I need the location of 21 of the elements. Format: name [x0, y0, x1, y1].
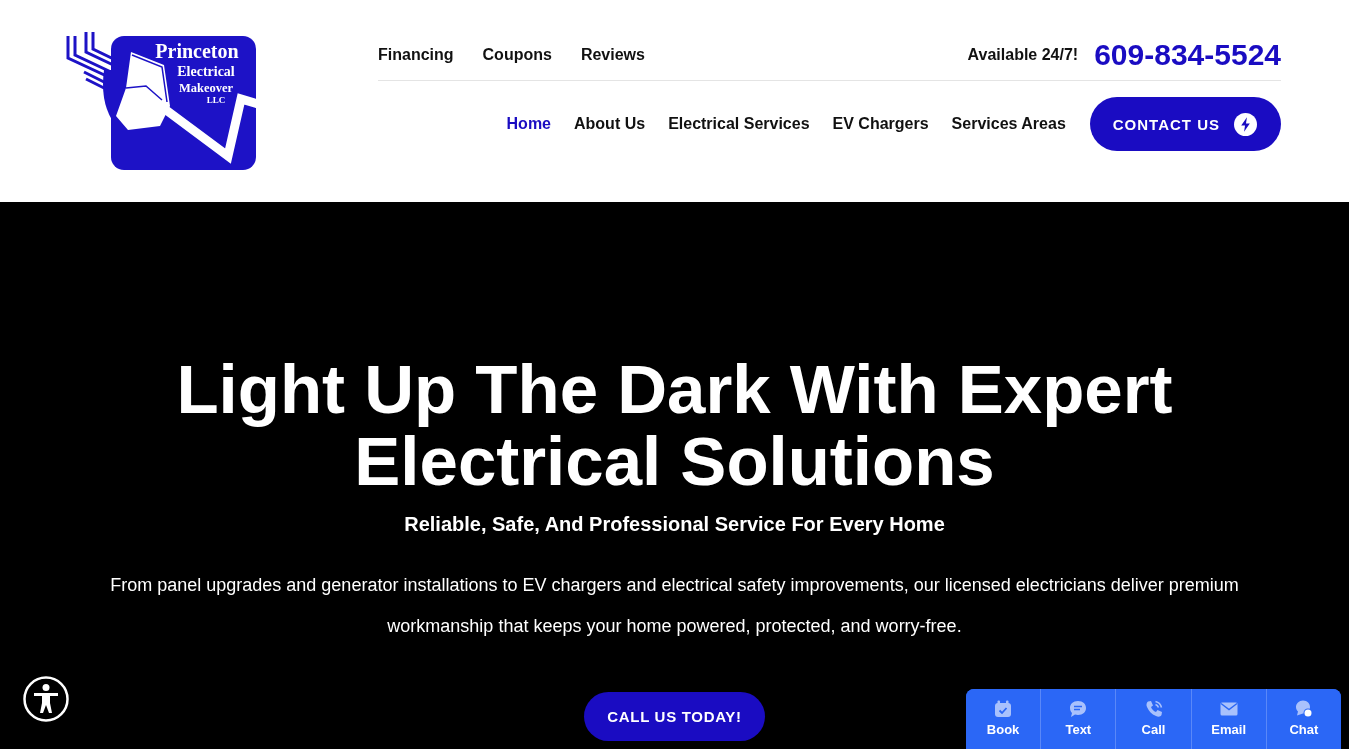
chat-bubble-icon: [1293, 699, 1314, 719]
nav-link[interactable]: Electrical Services: [668, 115, 810, 133]
phone-link[interactable]: 609-834-5524: [1094, 38, 1281, 72]
hero-heading: Light Up The Dark With Expert Electrical Solutions: [175, 354, 1174, 498]
accessibility-icon: [23, 676, 69, 722]
hero-subheading: Reliable, Safe, And Professional Service For Every Home: [404, 512, 945, 537]
call-button[interactable]: CALL US TODAY!: [584, 692, 765, 741]
bolt-icon: [1234, 112, 1257, 136]
availability-text: Available 24/7!: [967, 46, 1079, 64]
contact-button[interactable]: CONTACT US: [1089, 97, 1281, 151]
nav-link[interactable]: About Us: [574, 115, 646, 133]
hero-description: From panel upgrades and generator installations to EV chargers and electrical safety improvements, our licensed electricians deliver premium workmanship that keeps your home powered, protected, and worry-free.: [109, 574, 1240, 638]
nav-link[interactable]: Home: [506, 115, 551, 133]
utility-link[interactable]: Reviews: [580, 46, 645, 64]
utility-link[interactable]: Coupons: [482, 46, 552, 64]
nav-link[interactable]: EV Chargers: [832, 115, 929, 133]
speech-bubble-icon: [1068, 699, 1089, 719]
action-button[interactable]: Chat: [1265, 689, 1341, 749]
utility-link[interactable]: Financing: [378, 46, 454, 64]
nav-link[interactable]: Services Areas: [951, 115, 1066, 133]
calendar-check-icon: [993, 699, 1014, 719]
